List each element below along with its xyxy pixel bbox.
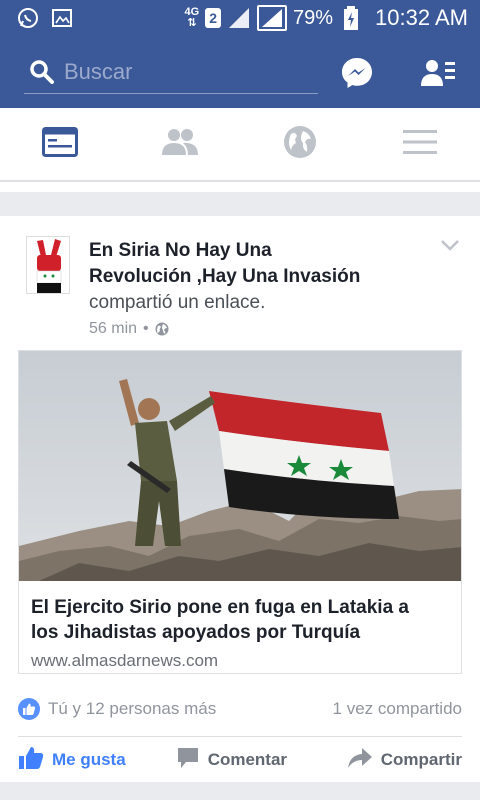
tab-friends[interactable] — [120, 108, 240, 180]
top-bar: Buscar — [0, 36, 480, 108]
gallery-notification-icon — [50, 6, 74, 30]
link-preview-image[interactable] — [19, 351, 461, 581]
link-domain: www.almasdarnews.com — [31, 651, 219, 670]
feed-bottom-divider — [0, 782, 480, 800]
like-button[interactable]: Me gusta — [18, 746, 126, 775]
feed-divider — [0, 192, 480, 216]
reactions-count[interactable]: Tú y 12 personas más — [48, 699, 216, 719]
notifications-globe-icon — [283, 125, 317, 164]
battery-percent: 79% — [293, 6, 334, 29]
sim-slot-badge: 2 — [205, 8, 222, 28]
share-arrow-icon — [347, 747, 373, 774]
friends-icon — [161, 128, 199, 161]
tab-menu[interactable] — [360, 108, 480, 180]
battery-charging-icon — [339, 6, 363, 30]
shares-count[interactable]: 1 vez compartido — [333, 699, 462, 719]
share-button[interactable]: Compartir — [347, 747, 462, 774]
page-name[interactable]: En Siria No Hay Una Revolución ,Hay Una … — [89, 238, 429, 290]
meta-separator: • — [143, 320, 149, 337]
post-time[interactable]: 56 min — [89, 320, 137, 338]
whatsapp-icon — [16, 6, 40, 30]
link-preview[interactable]: El Ejercito Sirio pone en fuga en Lataki… — [18, 350, 462, 674]
search-input[interactable]: Buscar — [24, 50, 318, 94]
friend-requests-icon[interactable] — [420, 58, 456, 88]
post-action-text: compartió un enlace. — [89, 292, 266, 313]
signal-icon — [227, 6, 251, 30]
thumbs-up-icon — [18, 746, 44, 775]
messenger-icon[interactable] — [340, 56, 374, 90]
news-feed-icon — [42, 126, 78, 162]
feed-spacer — [0, 182, 480, 192]
reactions-row[interactable]: Tú y 12 personas más 1 vez compartido — [18, 694, 462, 724]
status-bar: 4G ⇅ 2 79% 10:32 AM — [0, 0, 480, 36]
network-type-label: 4G ⇅ — [184, 6, 200, 29]
link-title[interactable]: El Ejercito Sirio pone en fuga en Lataki… — [31, 595, 451, 645]
search-placeholder: Buscar — [64, 58, 133, 84]
like-label: Me gusta — [52, 750, 126, 769]
clock: 10:32 AM — [375, 5, 468, 30]
menu-icon — [403, 129, 437, 160]
comment-icon — [176, 746, 200, 775]
signal-icon — [257, 5, 288, 31]
comment-label: Comentar — [207, 750, 288, 769]
public-globe-icon — [155, 322, 169, 336]
search-icon — [28, 58, 56, 86]
post-meta: 56 min • — [89, 320, 169, 338]
nav-tabs — [0, 108, 480, 182]
page-avatar[interactable] — [26, 236, 70, 294]
feed-post: En Siria No Hay Una Revolución ,Hay Una … — [0, 216, 480, 800]
like-reaction-icon — [18, 698, 40, 720]
tab-notifications[interactable] — [240, 108, 360, 180]
share-label: Compartir — [380, 750, 462, 769]
chevron-down-icon[interactable] — [440, 238, 460, 252]
post-actions: Me gusta Comentar Compartir — [18, 742, 462, 778]
comment-button[interactable]: Comentar — [176, 746, 287, 775]
action-divider — [18, 736, 462, 737]
tab-news-feed[interactable] — [0, 108, 120, 180]
